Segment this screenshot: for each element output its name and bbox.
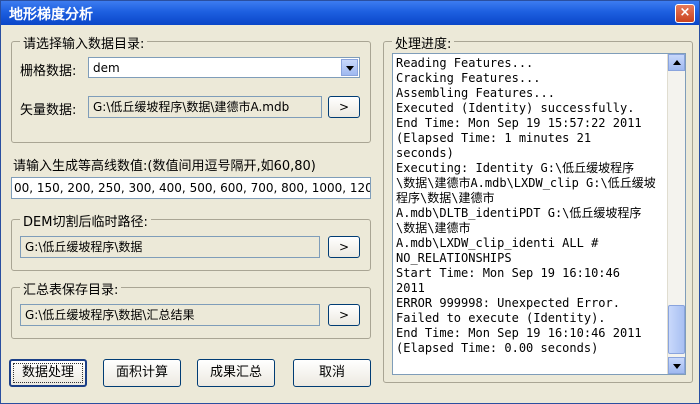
temp-path-legend: DEM切割后临时路径: [20,211,151,230]
scroll-up-button[interactable] [668,54,685,71]
temp-path-group: DEM切割后临时路径: G:\低丘缓坡程序\数据 > [11,211,371,271]
vector-browse-button[interactable]: > [328,96,360,118]
chevron-down-icon [673,364,681,369]
summary-path-group: 汇总表保存目录: G:\低丘缓坡程序\数据\汇总结果 > [11,279,371,339]
input-data-legend: 请选择输入数据目录: [20,33,148,52]
raster-select[interactable]: dem [88,57,360,78]
scroll-thumb[interactable] [668,305,685,354]
dialog-window: 地形梯度分析 × 请选择输入数据目录: 栅格数据: dem 矢量数据: G:\低… [0,0,700,404]
title-bar: 地形梯度分析 × [1,1,699,25]
temp-path-field[interactable]: G:\低丘缓坡程序\数据 [20,236,320,258]
vector-path-field[interactable]: G:\低丘缓坡程序\数据\建德市A.mdb [88,96,322,118]
progress-log-textarea[interactable]: Reading Features... Cracking Features...… [392,53,686,375]
raster-label: 栅格数据: [20,64,77,79]
window-title: 地形梯度分析 [9,7,93,23]
summary-path-field[interactable]: G:\低丘缓坡程序\数据\汇总结果 [20,304,320,326]
summary-button[interactable]: 成果汇总 [197,359,275,387]
input-data-group: 请选择输入数据目录: 栅格数据: dem 矢量数据: G:\低丘缓坡程序\数据\… [11,33,371,143]
progress-legend: 处理进度: [392,33,455,52]
data-process-button[interactable]: 数据处理 [9,359,87,387]
progress-log-text: Reading Features... Cracking Features...… [396,56,656,355]
area-calc-button[interactable]: 面积计算 [103,359,181,387]
raster-select-value: dem [93,61,120,75]
cancel-button[interactable]: 取消 [293,359,371,387]
scroll-down-button[interactable] [668,357,685,374]
close-button[interactable]: × [675,4,695,23]
temp-browse-button[interactable]: > [328,236,360,258]
summary-browse-button[interactable]: > [328,304,360,326]
chevron-down-icon[interactable] [341,59,358,76]
chevron-up-icon [673,60,681,65]
vector-label: 矢量数据: [20,103,77,118]
contour-label: 请输入生成等高线数值:(数值间用逗号隔开,如60,80) [13,159,316,174]
contour-values-input[interactable]: 00, 150, 200, 250, 300, 400, 500, 600, 7… [11,177,371,199]
log-scrollbar[interactable] [667,54,685,374]
summary-path-legend: 汇总表保存目录: [20,279,122,298]
